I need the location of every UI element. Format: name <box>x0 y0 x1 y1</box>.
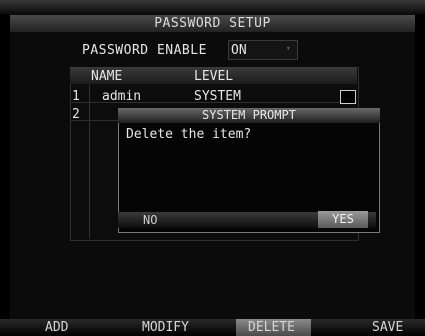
column-header-name: NAME <box>91 69 123 84</box>
row-1-checkbox[interactable] <box>340 90 356 104</box>
add-button[interactable]: ADD <box>45 320 68 335</box>
save-button[interactable]: SAVE <box>372 320 403 335</box>
column-divider <box>89 84 90 239</box>
no-button[interactable]: NO <box>143 213 157 227</box>
window-title: PASSWORD SETUP <box>154 16 271 31</box>
dialog-message: Delete the item? <box>126 127 252 142</box>
yes-button[interactable]: YES <box>318 211 368 228</box>
row-1-level: SYSTEM <box>194 89 241 104</box>
row-1-name[interactable]: admin <box>102 89 141 104</box>
delete-button[interactable]: DELETE <box>248 320 295 335</box>
password-enable-value: ON <box>231 43 247 58</box>
dropdown-arrow-icon: ▾ <box>285 44 291 54</box>
password-enable-label: PASSWORD ENABLE <box>82 43 207 58</box>
top-bezel <box>0 0 425 14</box>
dialog-title: SYSTEM PROMPT <box>202 108 296 122</box>
row-1-index: 1 <box>72 89 80 104</box>
row-2-index: 2 <box>72 107 80 122</box>
column-header-level: LEVEL <box>194 69 234 84</box>
password-enable-select[interactable]: ON ▾ <box>228 40 298 60</box>
modify-button[interactable]: MODIFY <box>142 320 189 335</box>
